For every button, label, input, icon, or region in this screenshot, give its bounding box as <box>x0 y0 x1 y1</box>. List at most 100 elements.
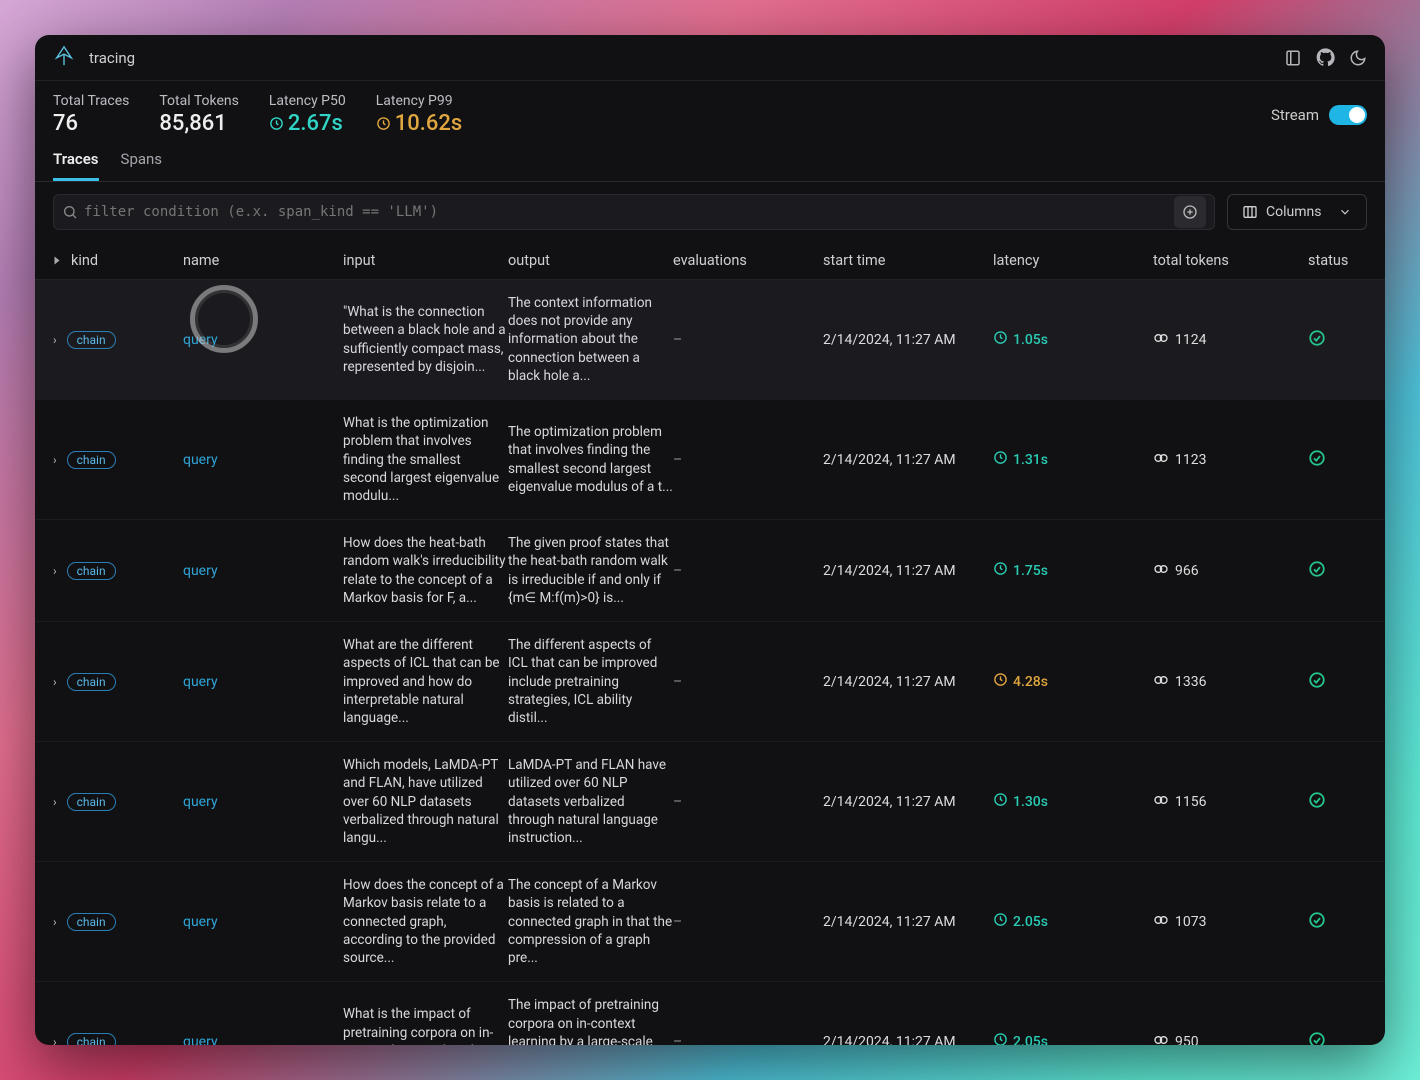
th-total-tokens[interactable]: total tokens <box>1153 252 1308 269</box>
row-latency: 2.05s <box>993 1032 1153 1045</box>
kind-chip: chain <box>67 331 116 349</box>
row-latency: 1.75s <box>993 561 1153 580</box>
th-latency[interactable]: latency <box>993 252 1153 269</box>
expand-chevron-icon[interactable]: › <box>53 795 57 809</box>
row-latency: 2.05s <box>993 912 1153 931</box>
row-input: How does the heat-bath random walk's irr… <box>343 534 508 607</box>
row-name-link[interactable]: query <box>183 914 343 930</box>
expand-chevron-icon[interactable]: › <box>53 333 57 347</box>
expand-chevron-icon[interactable]: › <box>53 915 57 929</box>
expand-chevron-icon[interactable]: › <box>53 1035 57 1045</box>
row-name-link[interactable]: query <box>183 1034 343 1045</box>
row-start-time: 2/14/2024, 11:27 AM <box>823 794 993 810</box>
breadcrumb[interactable]: tracing <box>89 49 135 67</box>
th-output[interactable]: output <box>508 252 673 269</box>
chevron-down-icon <box>1338 205 1352 219</box>
row-total-tokens: 1156 <box>1153 792 1308 812</box>
github-icon[interactable] <box>1316 48 1335 67</box>
row-name-link[interactable]: query <box>183 452 343 468</box>
clock-icon <box>993 792 1008 811</box>
th-start-time[interactable]: start time <box>823 252 993 269</box>
table-row[interactable]: ›chainqueryWhat is the impact of pretrai… <box>35 982 1385 1045</box>
row-output: The context information does not provide… <box>508 294 673 385</box>
tokens-icon <box>1153 792 1169 812</box>
row-input: How does the concept of a Markov basis r… <box>343 876 508 967</box>
app-window: tracing Total Traces 76 Total Tokens 85,… <box>35 35 1385 1045</box>
columns-label: Columns <box>1266 204 1321 220</box>
stat-value-text: 10.62s <box>395 111 462 136</box>
status-ok-icon <box>1308 671 1385 693</box>
row-name-link[interactable]: query <box>183 794 343 810</box>
table-row[interactable]: ›chainqueryWhat is the optimization prob… <box>35 400 1385 520</box>
row-latency: 1.30s <box>993 792 1153 811</box>
kind-chip: chain <box>67 793 116 811</box>
status-ok-icon <box>1308 911 1385 933</box>
expand-chevron-icon[interactable]: › <box>53 675 57 689</box>
table-row[interactable]: ›chainqueryWhich models, LaMDA-PT and FL… <box>35 742 1385 862</box>
tokens-icon <box>1153 912 1169 932</box>
stats-row: Total Traces 76 Total Tokens 85,861 Late… <box>35 81 1385 140</box>
row-output: The given proof states that the heat-bat… <box>508 534 673 607</box>
kind-chip: chain <box>67 451 116 469</box>
th-name[interactable]: name <box>183 252 343 269</box>
stat-value: 2.67s <box>269 111 346 136</box>
tokens-icon <box>1153 561 1169 581</box>
th-evaluations[interactable]: evaluations <box>673 252 823 269</box>
row-name-link[interactable]: query <box>183 332 343 348</box>
row-name-link[interactable]: query <box>183 674 343 690</box>
stat-value: 85,861 <box>159 111 238 136</box>
status-ok-icon <box>1308 560 1385 582</box>
stat-label: Latency P50 <box>269 93 346 109</box>
tab-spans[interactable]: Spans <box>121 150 163 181</box>
table-row[interactable]: ›chainqueryHow does the heat-bath random… <box>35 520 1385 622</box>
search-box[interactable] <box>53 194 1215 230</box>
row-start-time: 2/14/2024, 11:27 AM <box>823 452 993 468</box>
search-input[interactable] <box>78 204 1218 220</box>
subtabs: Traces Spans <box>35 140 1385 182</box>
tokens-icon <box>1153 1032 1169 1045</box>
th-status[interactable]: status <box>1308 252 1385 269</box>
row-output: The optimization problem that involves f… <box>508 423 673 496</box>
stat-label: Latency P99 <box>376 93 462 109</box>
stat-latency-p99: Latency P99 10.62s <box>376 93 462 136</box>
th-input[interactable]: input <box>343 252 508 269</box>
clock-icon <box>376 116 391 131</box>
moon-icon[interactable] <box>1349 49 1367 67</box>
th-kind[interactable]: kind <box>53 252 183 269</box>
book-icon[interactable] <box>1284 49 1302 67</box>
row-total-tokens: 1123 <box>1153 450 1308 470</box>
row-evaluations: – <box>673 452 823 468</box>
row-input: What are the different aspects of ICL th… <box>343 636 508 727</box>
columns-button[interactable]: Columns <box>1227 194 1367 230</box>
expand-chevron-icon[interactable]: › <box>53 564 57 578</box>
row-output: The different aspects of ICL that can be… <box>508 636 673 727</box>
row-output: The concept of a Markov basis is related… <box>508 876 673 967</box>
row-evaluations: – <box>673 794 823 810</box>
tab-traces[interactable]: Traces <box>53 150 99 181</box>
row-name-link[interactable]: query <box>183 563 343 579</box>
table-header: kind name input output evaluations start… <box>35 242 1385 280</box>
clock-icon <box>993 672 1008 691</box>
table-row[interactable]: ›chainqueryWhat are the different aspect… <box>35 622 1385 742</box>
tokens-icon <box>1153 450 1169 470</box>
table-row[interactable]: ›chainquery"What is the connection betwe… <box>35 280 1385 400</box>
search-row: Columns <box>35 182 1385 242</box>
stat-value-text: 2.67s <box>288 111 343 136</box>
table-body[interactable]: ›chainquery"What is the connection betwe… <box>35 280 1385 1045</box>
stream-label: Stream <box>1271 106 1319 124</box>
row-input: What is the impact of pretraining corpor… <box>343 1005 508 1045</box>
row-total-tokens: 966 <box>1153 561 1308 581</box>
add-filter-button[interactable] <box>1174 196 1206 228</box>
status-ok-icon <box>1308 329 1385 351</box>
clock-icon <box>269 116 284 131</box>
stream-toggle-group: Stream <box>1271 105 1367 125</box>
row-evaluations: – <box>673 914 823 930</box>
tokens-icon <box>1153 330 1169 350</box>
row-total-tokens: 950 <box>1153 1032 1308 1045</box>
row-start-time: 2/14/2024, 11:27 AM <box>823 914 993 930</box>
table-row[interactable]: ›chainqueryHow does the concept of a Mar… <box>35 862 1385 982</box>
row-output: The impact of pretraining corpora on in-… <box>508 996 673 1045</box>
expand-chevron-icon[interactable]: › <box>53 453 57 467</box>
stream-toggle[interactable] <box>1329 105 1367 125</box>
status-ok-icon <box>1308 449 1385 471</box>
